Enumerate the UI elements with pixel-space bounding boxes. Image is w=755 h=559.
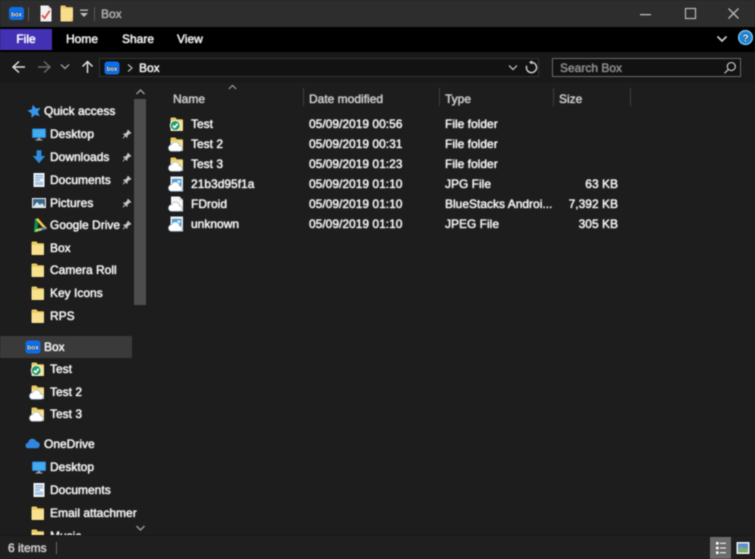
svg-text:box: box: [27, 345, 39, 352]
svg-text:box: box: [11, 13, 22, 19]
svg-text:box: box: [107, 67, 118, 73]
svg-text:?: ?: [742, 33, 748, 44]
